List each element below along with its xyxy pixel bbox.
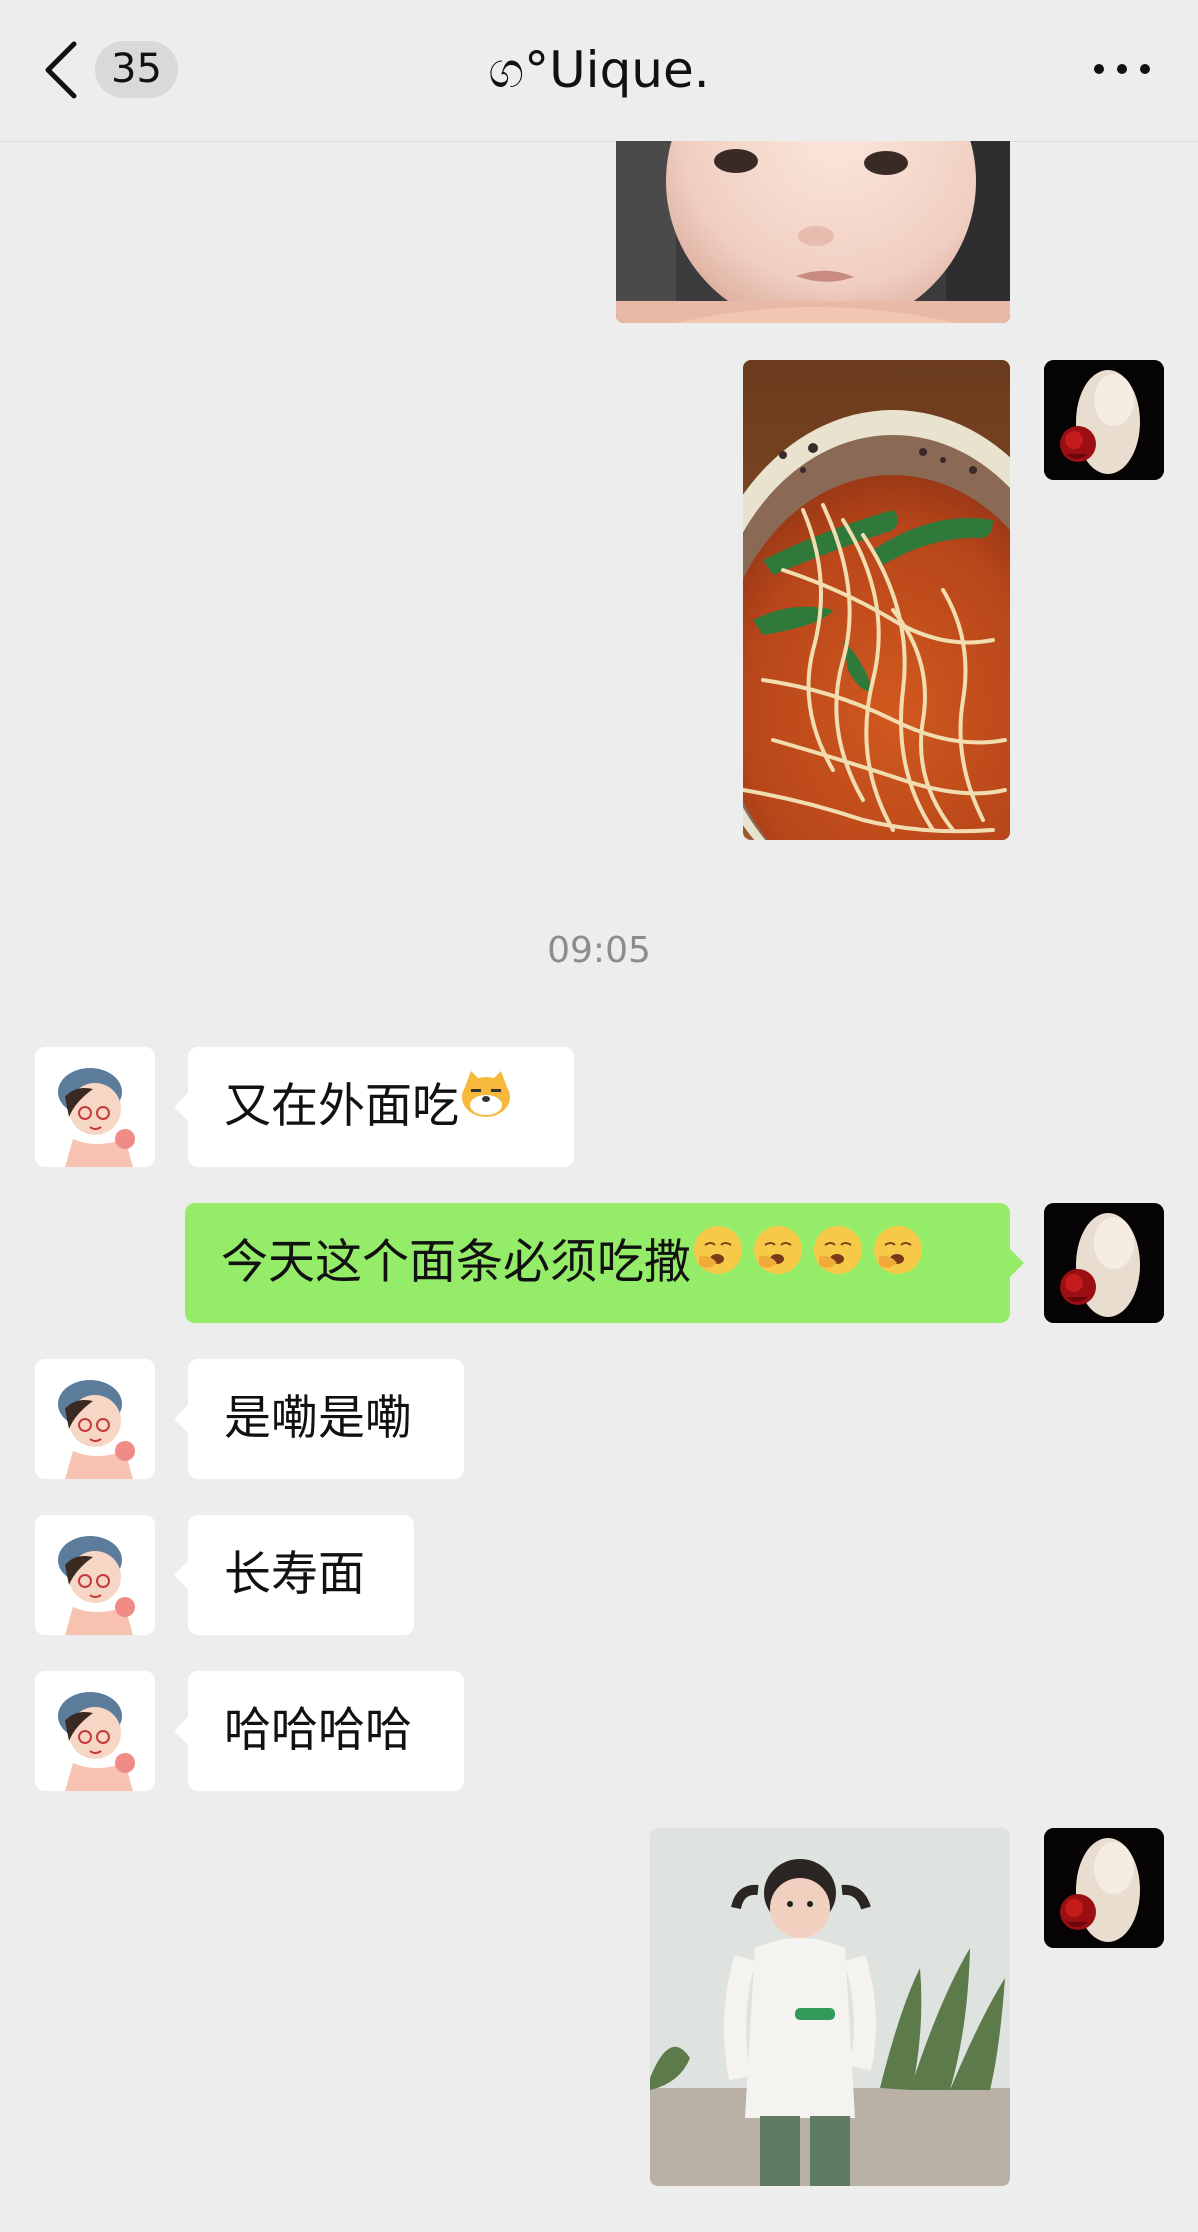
cartoon-girl-avatar-image xyxy=(35,1515,155,1635)
cartoon-girl-avatar-image xyxy=(35,1671,155,1791)
cartoon-girl-avatar-image xyxy=(35,1047,155,1167)
toddler-outdoor-photo xyxy=(650,1828,1010,2186)
message-text: 长寿面 xyxy=(224,1547,365,1602)
image-message-noodles[interactable] xyxy=(743,360,1010,840)
message-bubble-incoming[interactable]: 是嘞是嘞 xyxy=(174,1359,464,1479)
message-bubble-outgoing[interactable]: 今天这个面条必须吃撒 xyxy=(185,1202,1024,1323)
chat-title: ග°Uique. xyxy=(488,41,710,99)
message-timestamp: 09:05 xyxy=(547,930,651,971)
message-text: 又在外面吃 xyxy=(224,1079,459,1134)
image-message-toddler-face[interactable] xyxy=(616,141,1010,323)
avatar-contact[interactable] xyxy=(35,1359,155,1479)
cartoon-girl-avatar-image xyxy=(35,1359,155,1479)
back-button[interactable] xyxy=(40,38,90,102)
message-bubble-incoming[interactable]: 哈哈哈哈 xyxy=(174,1671,464,1791)
unread-count-badge[interactable]: 35 xyxy=(95,41,178,98)
avatar-contact[interactable] xyxy=(35,1671,155,1791)
ellipsis-dot xyxy=(1117,64,1127,74)
chevron-left-icon xyxy=(45,41,77,99)
yawning-face-emoji-icon xyxy=(691,1202,931,1322)
avatar-self[interactable] xyxy=(1044,360,1164,480)
avatar-self[interactable] xyxy=(1044,1203,1164,1323)
image-message-toddler-outdoor[interactable] xyxy=(650,1828,1010,2186)
avatar-contact[interactable] xyxy=(35,1515,155,1635)
dog-face-emoji-icon xyxy=(459,1046,513,1166)
message-text: 是嘞是嘞 xyxy=(224,1391,412,1446)
rose-avatar-image xyxy=(1044,1203,1164,1323)
toddler-face-photo xyxy=(616,141,1010,323)
ellipsis-icon xyxy=(1094,64,1104,74)
rose-avatar-image xyxy=(1044,360,1164,480)
message-text: 哈哈哈哈 xyxy=(224,1703,412,1758)
message-bubble-incoming[interactable]: 长寿面 xyxy=(174,1515,414,1635)
chat-header: 35 ග°Uique. xyxy=(0,0,1198,142)
rose-avatar-image xyxy=(1044,1828,1164,1948)
avatar-contact[interactable] xyxy=(35,1047,155,1167)
message-bubble-incoming[interactable]: 又在外面吃 xyxy=(174,1046,574,1167)
noodle-bowl-photo xyxy=(743,360,1010,840)
avatar-self[interactable] xyxy=(1044,1828,1164,1948)
message-text: 今天这个面条必须吃撒 xyxy=(221,1235,691,1290)
more-options-button[interactable] xyxy=(1094,56,1150,84)
ellipsis-dot xyxy=(1140,64,1150,74)
